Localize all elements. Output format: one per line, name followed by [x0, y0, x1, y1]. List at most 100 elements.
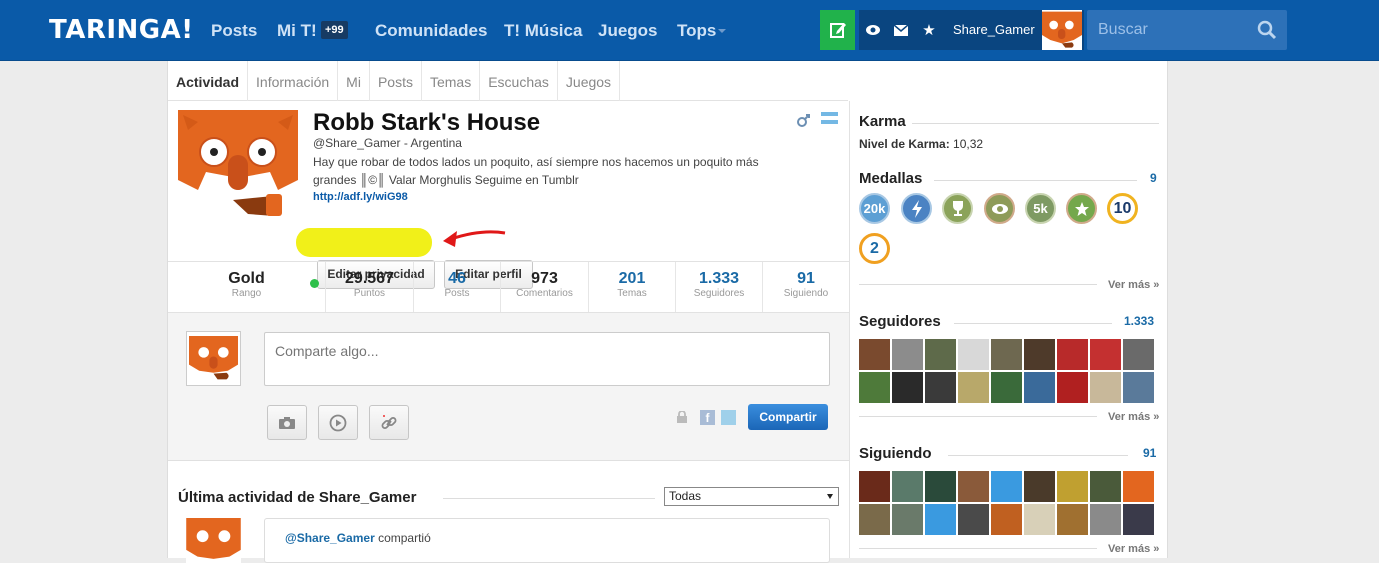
- nav-mi-t[interactable]: Mi T!: [277, 21, 317, 41]
- share-input[interactable]: [264, 332, 830, 386]
- medal-icon[interactable]: 5k: [1025, 193, 1056, 224]
- following-avatar[interactable]: [1123, 471, 1154, 502]
- nav-t-musica[interactable]: T! Música: [504, 21, 582, 41]
- follower-avatar[interactable]: [892, 339, 923, 370]
- tab-informacion[interactable]: Información: [248, 61, 339, 101]
- chevron-down-icon[interactable]: [718, 29, 726, 33]
- video-button[interactable]: [318, 405, 358, 440]
- tab-temas[interactable]: Temas: [422, 61, 481, 101]
- follower-avatar[interactable]: [1123, 339, 1154, 370]
- tab-juegos[interactable]: Juegos: [558, 61, 621, 101]
- nav-posts[interactable]: Posts: [211, 21, 257, 41]
- following-avatar[interactable]: [859, 504, 890, 535]
- follower-avatar[interactable]: [1090, 372, 1121, 403]
- stat-rango[interactable]: Gold Rango: [168, 262, 326, 312]
- tab-actividad[interactable]: Actividad: [168, 61, 249, 101]
- following-more-link[interactable]: Ver más »: [1108, 543, 1159, 555]
- tab-mi[interactable]: Mi: [338, 61, 370, 101]
- following-avatar[interactable]: [892, 471, 923, 502]
- following-avatar[interactable]: [892, 504, 923, 535]
- follower-avatar[interactable]: [1090, 339, 1121, 370]
- activity-filter-select[interactable]: Todas: [664, 487, 839, 506]
- profile-link[interactable]: http://adf.ly/wiG98: [313, 191, 408, 203]
- medal-icon[interactable]: 2: [859, 233, 890, 264]
- medal-icon[interactable]: 10: [1107, 193, 1138, 224]
- follower-avatar[interactable]: [925, 339, 956, 370]
- follower-avatar[interactable]: [1024, 372, 1055, 403]
- follower-avatar[interactable]: [958, 339, 989, 370]
- nav-comunidades[interactable]: Comunidades: [375, 21, 487, 41]
- facebook-icon[interactable]: f: [700, 410, 715, 425]
- followers-more-link[interactable]: Ver más »: [1108, 411, 1159, 423]
- karma-value: 10,32: [953, 137, 984, 151]
- twitter-icon[interactable]: [721, 410, 736, 425]
- following-avatar[interactable]: [1024, 504, 1055, 535]
- taringa-logo[interactable]: TARINGA!: [49, 15, 194, 45]
- following-avatar[interactable]: [1057, 504, 1088, 535]
- follower-avatar[interactable]: [991, 339, 1022, 370]
- star-icon[interactable]: ★: [921, 22, 937, 39]
- following-avatar[interactable]: [925, 471, 956, 502]
- follower-avatar[interactable]: [1024, 339, 1055, 370]
- profile-avatar[interactable]: [178, 110, 298, 220]
- medals-more-link[interactable]: Ver más »: [1108, 279, 1159, 291]
- edit-icon: [829, 23, 846, 38]
- avatar[interactable]: [186, 518, 241, 563]
- search-input[interactable]: [1087, 10, 1252, 50]
- follower-avatar[interactable]: [991, 372, 1022, 403]
- stat-value: Gold: [228, 270, 265, 287]
- lock-icon[interactable]: [677, 411, 687, 423]
- tab-posts[interactable]: Posts: [370, 61, 422, 101]
- link-button[interactable]: [369, 405, 409, 440]
- follower-avatar[interactable]: [1057, 372, 1088, 403]
- stat-puntos[interactable]: 29.567 Puntos: [326, 262, 414, 312]
- following-avatar[interactable]: [1090, 504, 1121, 535]
- following-avatar[interactable]: [1123, 504, 1154, 535]
- following-avatar[interactable]: [991, 504, 1022, 535]
- photo-button[interactable]: [267, 405, 307, 440]
- avatar[interactable]: [1042, 10, 1082, 50]
- eye-icon: [991, 203, 1008, 214]
- following-avatar[interactable]: [1090, 471, 1121, 502]
- share-button[interactable]: Compartir: [748, 404, 828, 430]
- stat-siguiendo[interactable]: 91 Siguiendo: [763, 262, 849, 312]
- medal-icon[interactable]: [942, 193, 973, 224]
- top-navigation-bar: TARINGA! Posts Mi T! +99 Comunidades T! …: [0, 0, 1379, 61]
- username-link[interactable]: Share_Gamer: [953, 22, 1035, 37]
- chevron-down-icon: [827, 494, 833, 499]
- mail-icon[interactable]: [893, 22, 909, 38]
- activity-user-link[interactable]: @Share_Gamer: [285, 531, 375, 545]
- stat-comentarios[interactable]: 973 Comentarios: [501, 262, 589, 312]
- medal-icon[interactable]: [901, 193, 932, 224]
- following-avatar[interactable]: [859, 471, 890, 502]
- tab-escuchas[interactable]: Escuchas: [480, 61, 558, 101]
- nav-tops[interactable]: Tops: [677, 21, 716, 41]
- following-avatar[interactable]: [1057, 471, 1088, 502]
- compose-button[interactable]: [820, 10, 855, 50]
- following-avatar[interactable]: [991, 471, 1022, 502]
- eye-icon[interactable]: [865, 22, 881, 38]
- karma-label: Nivel de Karma:: [859, 137, 950, 151]
- profile-handle-country: @Share_Gamer - Argentina: [313, 136, 462, 150]
- follower-avatar[interactable]: [1123, 372, 1154, 403]
- following-count: 91: [1143, 446, 1157, 460]
- following-avatar[interactable]: [958, 471, 989, 502]
- stat-posts[interactable]: 46 Posts: [414, 262, 501, 312]
- camera-icon: [279, 416, 295, 429]
- follower-avatar[interactable]: [925, 372, 956, 403]
- stat-temas[interactable]: 201 Temas: [589, 262, 676, 312]
- following-avatar[interactable]: [1024, 471, 1055, 502]
- follower-avatar[interactable]: [1057, 339, 1088, 370]
- medal-icon[interactable]: [984, 193, 1015, 224]
- following-avatar[interactable]: [925, 504, 956, 535]
- medal-icon[interactable]: [1066, 193, 1097, 224]
- follower-avatar[interactable]: [859, 339, 890, 370]
- following-avatar[interactable]: [958, 504, 989, 535]
- medal-icon[interactable]: 20k: [859, 193, 890, 224]
- stat-seguidores[interactable]: 1.333 Seguidores: [676, 262, 763, 312]
- search-icon[interactable]: [1257, 20, 1277, 40]
- follower-avatar[interactable]: [892, 372, 923, 403]
- follower-avatar[interactable]: [859, 372, 890, 403]
- nav-juegos[interactable]: Juegos: [598, 21, 658, 41]
- follower-avatar[interactable]: [958, 372, 989, 403]
